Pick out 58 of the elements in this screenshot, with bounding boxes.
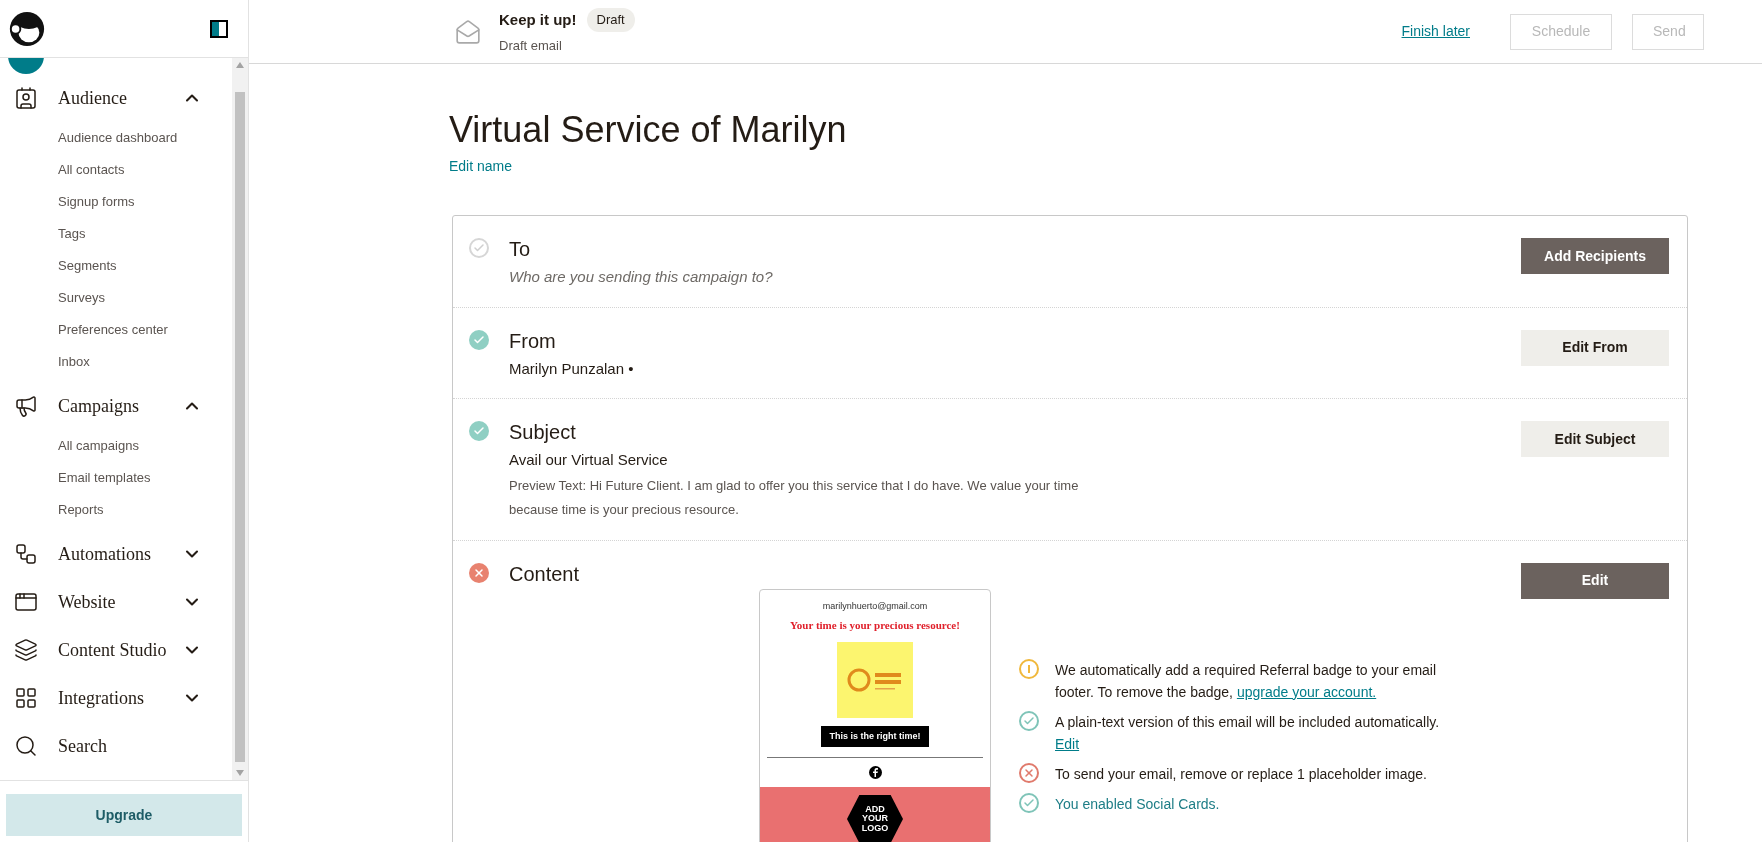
draft-title: Keep it up! <box>499 9 577 30</box>
panel-toggle-icon[interactable] <box>210 19 228 38</box>
nav-item[interactable]: Tags <box>0 218 232 250</box>
nav-item[interactable]: Email templates <box>0 462 232 494</box>
nav-section[interactable]: Content Studio <box>0 626 232 674</box>
grid-icon <box>14 686 38 710</box>
step-title: Subject <box>509 420 577 445</box>
finish-later-link[interactable]: Finish later <box>1401 21 1470 42</box>
nav-item[interactable]: Signup forms <box>0 186 232 218</box>
step-value: Avail our Virtual Service <box>509 450 669 470</box>
step-action-button[interactable]: Edit From <box>1521 329 1669 366</box>
note-link[interactable]: Edit <box>1055 735 1080 752</box>
preview-sender: marilynhuerto@gmail.com <box>822 599 928 613</box>
step-value: Marilyn Punzalan • <box>509 358 635 379</box>
content-note: You enabled Social Cards. <box>1055 794 1220 814</box>
campaign-name: Virtual Service of Marilyn <box>449 108 848 152</box>
workflow-icon <box>14 542 38 566</box>
step-action-button[interactable]: Edit Subject <box>1521 421 1669 457</box>
content-note: To send your email, remove or replace 1 placeholder image. <box>1055 764 1427 784</box>
step-action-button[interactable]: Add Recipients <box>1521 238 1669 274</box>
nav-item[interactable]: Audience dashboard <box>0 122 232 154</box>
nav-item[interactable]: All campaigns <box>0 430 232 462</box>
nav-item[interactable]: Inbox <box>0 346 232 378</box>
facebook-icon <box>868 766 882 779</box>
nav-section[interactable]: Integrations <box>0 674 232 722</box>
content-note: We automatically add a required Referral badge to your email footer. To remove the badge, upgrade your account. <box>1055 660 1438 702</box>
note-link[interactable]: upgrade your account. <box>1236 683 1377 700</box>
nav-item[interactable]: Preferences center <box>0 314 232 346</box>
nav-item[interactable]: All contacts <box>0 154 232 186</box>
nav-section[interactable]: Automations <box>0 530 232 578</box>
people-icon <box>14 86 38 110</box>
step-title: Content <box>509 561 581 587</box>
preview-headline: Your time is your precious resource! <box>790 618 960 633</box>
nav-item[interactable]: Segments <box>0 250 232 282</box>
preview-cta-button: This is the right time! <box>821 725 929 747</box>
nav-section[interactable]: Audience <box>0 74 232 122</box>
mail-icon <box>455 18 481 45</box>
step-action-button[interactable]: Edit <box>1521 562 1669 599</box>
nav-item[interactable]: Reports <box>0 494 232 526</box>
step-title: From <box>509 328 557 354</box>
search-icon <box>14 734 38 758</box>
upgrade-button[interactable]: Upgrade <box>6 794 242 836</box>
nav-section[interactable]: Search <box>0 722 232 770</box>
layers-icon <box>14 638 38 662</box>
nav-section[interactable]: Website <box>0 578 232 626</box>
nav-item[interactable]: Surveys <box>0 282 232 314</box>
email-preview[interactable]: marilynhuerto@gmail.com Your time is your precious resource! This is the right time! ADD YOUR LOGO <box>759 588 991 842</box>
window-icon <box>14 590 38 614</box>
megaphone-icon <box>14 394 38 418</box>
step-title: To <box>509 237 532 262</box>
draft-subtitle: Draft email <box>499 36 563 55</box>
step-hint: Who are you sending this campaign to? <box>509 267 774 287</box>
logo-placeholder: ADD YOUR LOGO <box>847 795 903 842</box>
content-note: A plain-text version of this email will be included automatically. Edit <box>1055 712 1440 754</box>
edit-name-link[interactable]: Edit name <box>449 156 1688 177</box>
preview-text: Preview Text: Hi Future Client. I am glad to offer you this service that I do have. We value your time because time is your precious resource. <box>509 476 1080 519</box>
nav-section[interactable]: Campaigns <box>0 382 232 430</box>
status-badge: Draft <box>586 8 635 32</box>
